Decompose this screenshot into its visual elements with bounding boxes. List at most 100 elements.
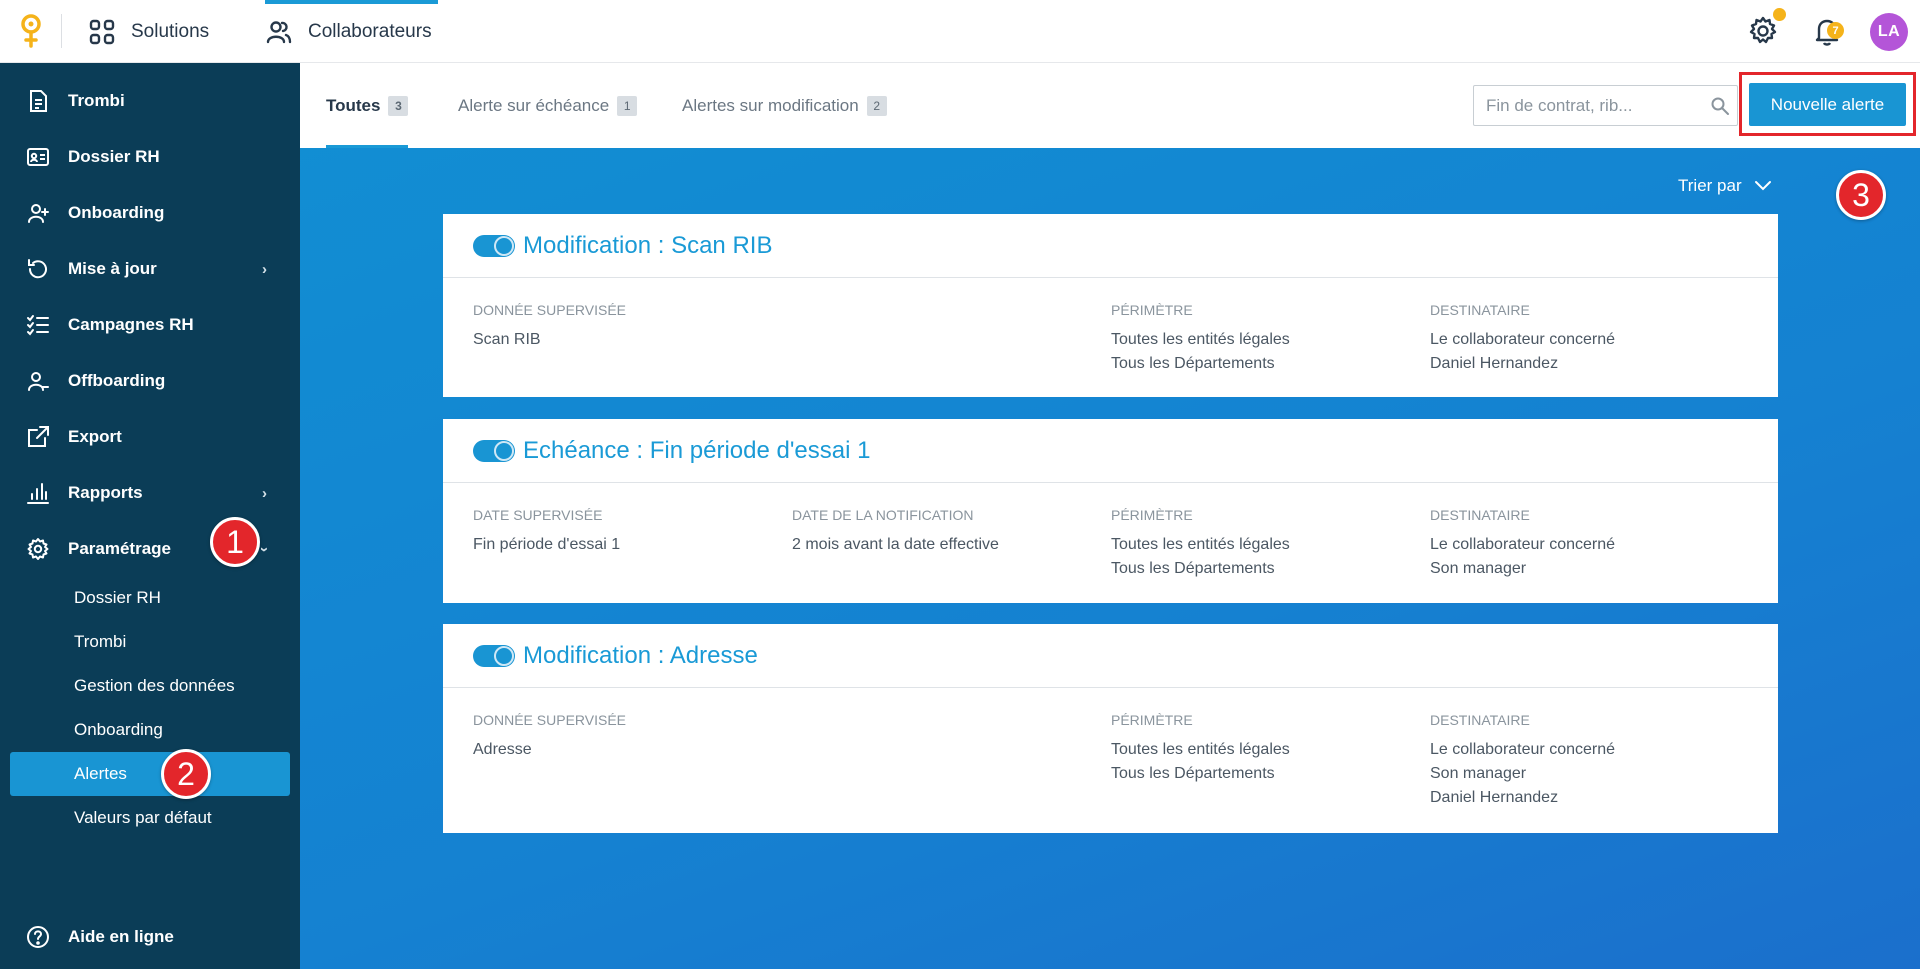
perimeter-column: PÉRIMÈTRE Toutes les entités légales Tou…: [1111, 710, 1290, 786]
notifications-badge: 7: [1827, 22, 1844, 39]
main-content: Toutes 3 Alerte sur échéance 1 Alertes s…: [300, 63, 1920, 969]
column-header: DESTINATAIRE: [1430, 712, 1530, 728]
column-value: Son manager: [1430, 765, 1527, 782]
column-value: Adresse: [473, 741, 532, 758]
sidebar-item-label: Onboarding: [68, 203, 165, 222]
tab-label: Alerte sur échéance: [458, 95, 610, 115]
column-header: DONNÉE SUPERVISÉE: [473, 712, 627, 728]
sort-label: Trier par: [1678, 176, 1742, 195]
tab-alertes-modification[interactable]: Alertes sur modification 2: [682, 63, 887, 148]
column-header: PÉRIMÈTRE: [1111, 507, 1193, 523]
sidebar-item-onboarding[interactable]: Onboarding: [0, 188, 300, 238]
sidebar-item-label: Mise à jour: [68, 259, 157, 278]
gear-icon: [27, 538, 49, 560]
subitem-label: Dossier RH: [74, 588, 161, 607]
tab-toutes[interactable]: Toutes 3: [326, 63, 409, 148]
alert-toggle[interactable]: [473, 439, 515, 462]
sidebar-item-trombi[interactable]: Trombi: [0, 76, 300, 126]
subitem-dossier-rh[interactable]: Dossier RH: [10, 576, 290, 620]
subitem-onboarding[interactable]: Onboarding: [10, 708, 290, 752]
tab-solutions[interactable]: Solutions: [88, 0, 209, 63]
column-value: Tous les Départements: [1111, 765, 1275, 782]
column-header: DATE DE LA NOTIFICATION: [792, 507, 974, 523]
supervised-data-column: DONNÉE SUPERVISÉE Scan RIB: [473, 300, 626, 352]
help-circle-icon: [27, 926, 49, 948]
search-icon[interactable]: [1710, 96, 1730, 116]
top-bar: Solutions Collaborateurs 7 LA: [0, 0, 1920, 63]
column-value: Scan RIB: [473, 331, 541, 348]
alert-card-title[interactable]: Modification : Scan RIB: [523, 232, 772, 260]
top-divider: [61, 14, 62, 48]
new-alert-button[interactable]: Nouvelle alerte: [1749, 83, 1906, 126]
alert-card-title[interactable]: Modification : Adresse: [523, 642, 758, 670]
sidebar-item-aide[interactable]: Aide en ligne: [0, 912, 300, 962]
column-value: Toutes les entités légales: [1111, 536, 1290, 553]
brand-logo-icon[interactable]: [18, 14, 44, 50]
chevron-right-icon: ›: [262, 260, 267, 278]
annotation-marker-3: 3: [1836, 170, 1886, 220]
column-header: PÉRIMÈTRE: [1111, 302, 1193, 318]
sidebar-item-export[interactable]: Export: [0, 412, 300, 462]
perimeter-column: PÉRIMÈTRE Toutes les entités légales Tou…: [1111, 505, 1290, 581]
refresh-icon: [28, 259, 47, 279]
checklist-icon: [27, 315, 49, 336]
alert-toggle[interactable]: [473, 234, 515, 257]
sidebar-item-rapports[interactable]: Rapports ›: [0, 468, 300, 518]
column-value: Daniel Hernandez: [1430, 789, 1559, 806]
subitem-label: Trombi: [74, 632, 127, 651]
chevron-right-icon: ›: [262, 484, 267, 502]
perimeter-column: PÉRIMÈTRE Toutes les entités légales Tou…: [1111, 300, 1290, 376]
sidebar-item-label: Export: [68, 427, 122, 446]
column-value: Le collaborateur concerné: [1430, 741, 1616, 758]
column-value: Daniel Hernandez: [1430, 355, 1559, 372]
sidebar-item-label: Paramétrage: [68, 539, 172, 558]
column-value: Le collaborateur concerné: [1430, 331, 1616, 348]
tab-collaborateurs[interactable]: Collaborateurs: [265, 0, 438, 63]
column-value: Toutes les entités légales: [1111, 331, 1290, 348]
subitem-label: Onboarding: [74, 720, 163, 739]
sidebar-item-label: Dossier RH: [68, 147, 160, 166]
sidebar-item-offboarding[interactable]: Offboarding: [0, 356, 300, 406]
sidebar-item-label: Rapports: [68, 483, 143, 502]
sidebar-item-mise-a-jour[interactable]: Mise à jour ›: [0, 244, 300, 294]
column-value: Son manager: [1430, 560, 1527, 577]
subitem-gestion-donnees[interactable]: Gestion des données: [10, 664, 290, 708]
subitem-valeurs-defaut[interactable]: Valeurs par défaut: [10, 796, 290, 840]
recipient-column: DESTINATAIRE Le collaborateur concerné S…: [1430, 710, 1615, 810]
user-minus-icon: [28, 372, 49, 391]
alert-card-title[interactable]: Echéance : Fin période d'essai 1: [523, 437, 870, 465]
sort-dropdown[interactable]: Trier par: [1678, 176, 1772, 196]
alert-card: Echéance : Fin période d'essai 1 DATE SU…: [443, 419, 1778, 603]
subitem-label: Alertes: [74, 764, 127, 783]
annotation-marker-2: 2: [161, 749, 211, 799]
tabs-bar: Toutes 3 Alerte sur échéance 1 Alertes s…: [300, 63, 1920, 148]
tab-solutions-label: Solutions: [131, 20, 210, 42]
tab-count-badge: 2: [866, 95, 887, 116]
sidebar-item-campagnes-rh[interactable]: Campagnes RH: [0, 300, 300, 350]
tab-count-badge: 3: [388, 95, 409, 116]
search-input[interactable]: [1474, 86, 1699, 125]
supervised-data-column: DONNÉE SUPERVISÉE Adresse: [473, 710, 626, 762]
sidebar-item-label: Trombi: [68, 91, 125, 110]
avatar[interactable]: LA: [1870, 13, 1908, 51]
tab-label: Alertes sur modification: [682, 95, 859, 115]
subitem-alertes[interactable]: Alertes: [10, 752, 290, 796]
alert-card-header: Modification : Adresse: [443, 624, 1778, 688]
sidebar: Trombi Dossier RH Onboarding Mise à jour…: [0, 63, 300, 969]
subitem-label: Gestion des données: [74, 676, 235, 695]
column-header: DESTINATAIRE: [1430, 507, 1530, 523]
sidebar-item-dossier-rh[interactable]: Dossier RH: [0, 132, 300, 182]
column-value: Le collaborateur concerné: [1430, 536, 1616, 553]
supervised-date-column: DATE SUPERVISÉE Fin période d'essai 1: [473, 505, 620, 557]
users-icon: [266, 20, 292, 43]
tab-alerte-echeance[interactable]: Alerte sur échéance 1: [458, 63, 638, 148]
recipient-column: DESTINATAIRE Le collaborateur concerné D…: [1430, 300, 1615, 376]
id-card-icon: [27, 148, 49, 166]
column-header: DATE SUPERVISÉE: [473, 507, 603, 523]
tab-collaborateurs-label: Collaborateurs: [308, 20, 432, 42]
column-value: Tous les Départements: [1111, 355, 1275, 372]
alert-card-header: Echéance : Fin période d'essai 1: [443, 419, 1778, 483]
subitem-trombi[interactable]: Trombi: [10, 620, 290, 664]
column-value: 2 mois avant la date effective: [792, 536, 999, 553]
alert-toggle[interactable]: [473, 644, 515, 667]
